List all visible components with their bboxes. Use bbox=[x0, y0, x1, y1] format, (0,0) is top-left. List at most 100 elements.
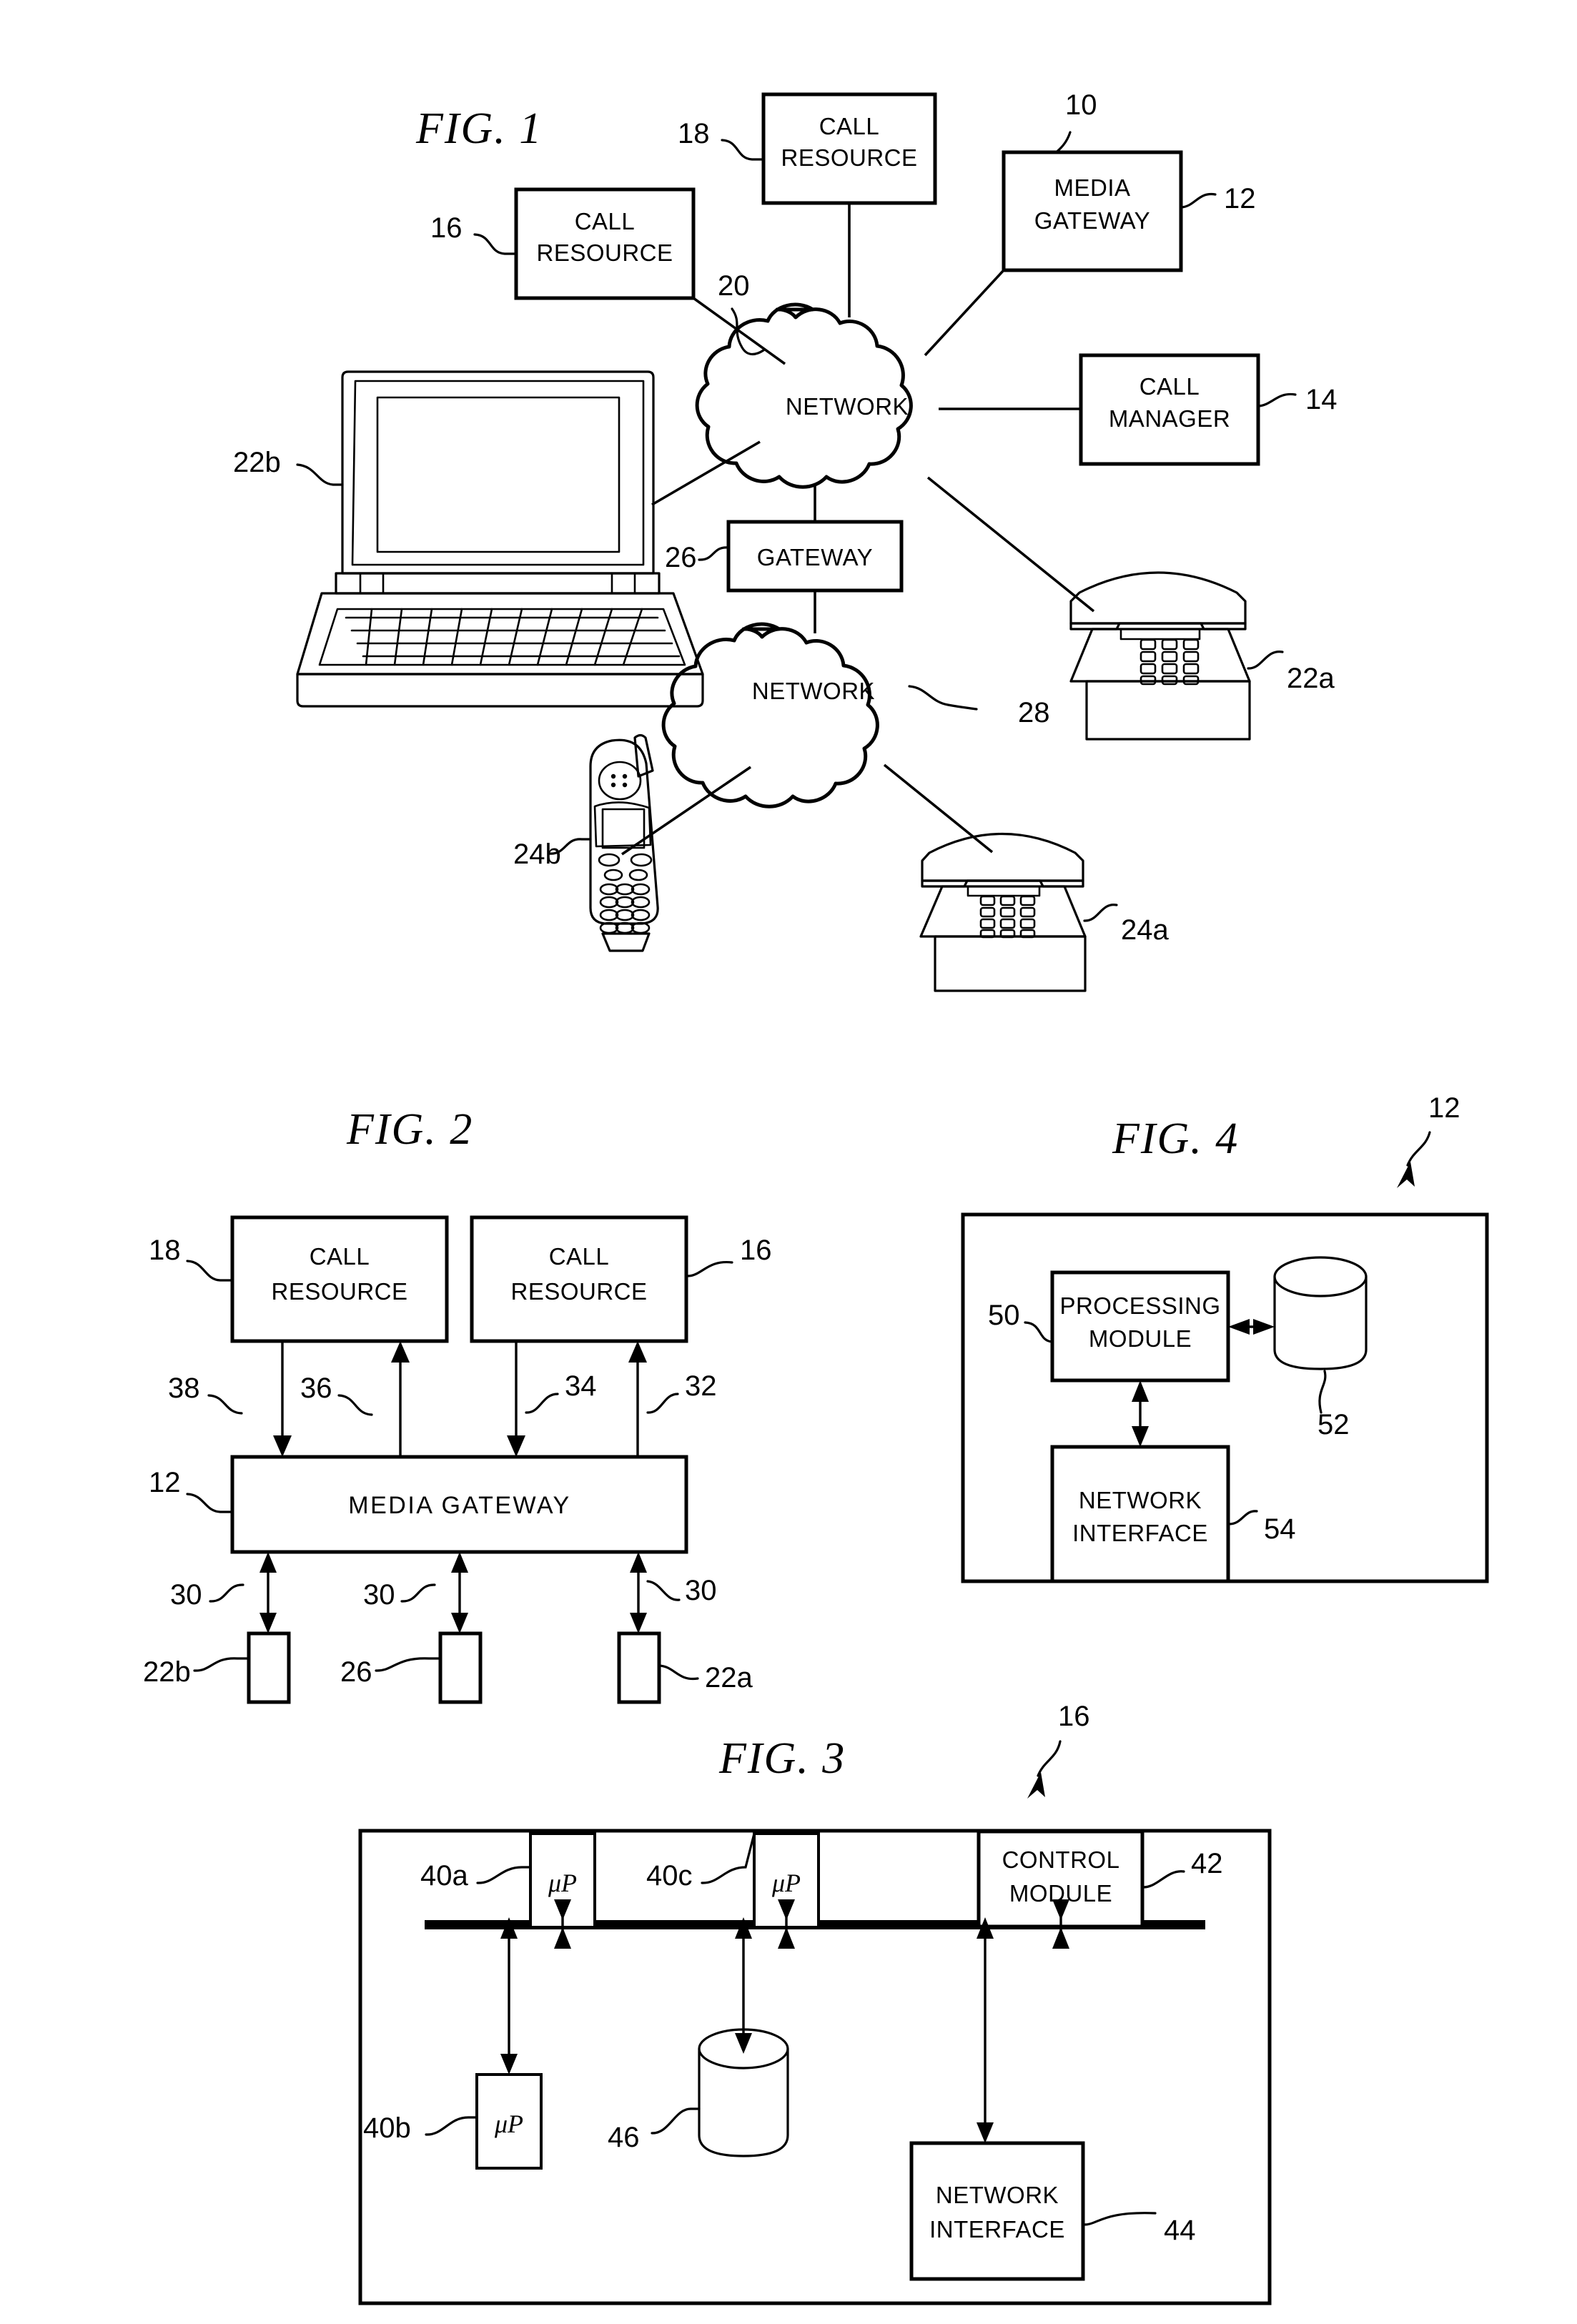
fig3-ref-42: 42 bbox=[1191, 1848, 1223, 1879]
fig2-arrow-36-head bbox=[391, 1341, 410, 1363]
fig2-link-30c-head-down bbox=[630, 1613, 647, 1633]
fig3-ref-46: 46 bbox=[608, 2122, 640, 2153]
fig4-processing-module-line2: MODULE bbox=[1089, 1325, 1192, 1352]
fig2-link-30a-head-down bbox=[259, 1613, 277, 1633]
fig4-network-interface-box bbox=[1050, 1445, 1230, 1583]
fig2-call-resource-16-line1: CALL bbox=[549, 1243, 610, 1270]
fig3-ref-44: 44 bbox=[1164, 2215, 1196, 2246]
fig1-gateway-label: GATEWAY bbox=[757, 544, 873, 570]
fig3-title: FIG. 3 bbox=[718, 1734, 846, 1783]
fig2-media-gateway-label: MEDIA GATEWAY bbox=[348, 1492, 570, 1519]
fig2-ref-30b: 30 bbox=[363, 1579, 395, 1611]
fig2-call-resource-18: CALL RESOURCE 18 bbox=[149, 1215, 449, 1343]
fig1-call-resource-18-line1: CALL bbox=[819, 113, 880, 139]
desk-phone-icon bbox=[919, 833, 1087, 992]
fig2-ref-22a: 22a bbox=[705, 1662, 753, 1693]
fig1-ref-26: 26 bbox=[665, 542, 697, 573]
fig2-arrow-34-head bbox=[507, 1435, 525, 1457]
fig1-network-cloud-20: NETWORK 20 bbox=[695, 270, 913, 489]
fig1-media-gateway-line2: GATEWAY bbox=[1034, 207, 1150, 234]
fig1-ref-18: 18 bbox=[678, 118, 710, 149]
fig2-arrow-32-head bbox=[628, 1341, 647, 1363]
fig2-terminal-links: 30 22b 30 26 30 22a bbox=[143, 1552, 753, 1704]
fig1-link-22a-to-20 bbox=[926, 476, 1095, 613]
fig2-signal-arrows: 38 36 34 32 bbox=[168, 1341, 717, 1457]
fig1-media-gateway-line1: MEDIA bbox=[1054, 174, 1130, 201]
fig2-ref-30c: 30 bbox=[685, 1575, 717, 1606]
fig1-network-28-label: NETWORK bbox=[752, 678, 875, 704]
fig1-ref-16: 16 bbox=[430, 212, 463, 244]
desk-phone-icon bbox=[1069, 571, 1251, 741]
fig4-ref-54: 54 bbox=[1264, 1513, 1296, 1545]
fig2-call-resource-16-line2: RESOURCE bbox=[510, 1278, 647, 1305]
fig2-ref-16: 16 bbox=[740, 1235, 772, 1266]
fig3-processor-40b-label: μP bbox=[494, 2110, 523, 2138]
fig1-desk-phone-22a: 22a bbox=[1069, 571, 1335, 741]
fig1-title: FIG. 1 bbox=[415, 104, 543, 153]
fig3-network-interface-line1: NETWORK bbox=[936, 2182, 1059, 2208]
fig1-mobile-phone-24b: 24b bbox=[513, 733, 659, 952]
fig1-call-resource-18: CALL RESOURCE 18 bbox=[678, 92, 937, 205]
fig2-terminal-22b-box bbox=[247, 1631, 291, 1704]
fig2-ref-34: 34 bbox=[565, 1370, 597, 1402]
fig1-call-resource-18-line2: RESOURCE bbox=[781, 144, 917, 171]
fig1-call-manager-14: CALL MANAGER 14 bbox=[1079, 353, 1338, 466]
fig2-terminal-22a-box bbox=[617, 1631, 661, 1704]
fig4-title: FIG. 4 bbox=[1112, 1114, 1239, 1163]
figure-1-group: FIG. 1 10 CALL RESOURCE 18 CALL RESOURCE… bbox=[233, 89, 1338, 992]
figure-4-group: FIG. 4 12 PROCESSING MODULE 50 52 NETWOR… bbox=[961, 1092, 1489, 1583]
drawing-canvas: FIG. 1 10 CALL RESOURCE 18 CALL RESOURCE… bbox=[143, 89, 1489, 2305]
fig1-ref-14: 14 bbox=[1305, 384, 1338, 415]
fig2-ref-26: 26 bbox=[340, 1656, 372, 1688]
fig1-ref-22a: 22a bbox=[1287, 663, 1335, 694]
fig3-network-interface-line2: INTERFACE bbox=[929, 2216, 1065, 2243]
fig3-ref-16: 16 bbox=[1058, 1701, 1090, 1732]
fig4-ref-50: 50 bbox=[988, 1300, 1020, 1331]
fig1-ref-12: 12 bbox=[1224, 183, 1256, 214]
figure-2-group: FIG. 2 CALL RESOURCE 18 CALL RESOURCE 16… bbox=[143, 1105, 772, 1704]
fig1-gateway-26: GATEWAY 26 bbox=[665, 520, 904, 593]
fig3-control-module-line1: CONTROL bbox=[1002, 1846, 1120, 1873]
fig2-link-30b-head-down bbox=[451, 1613, 468, 1633]
fig4-device-pointer: 12 bbox=[1397, 1092, 1460, 1188]
fig1-network-cloud-28: NETWORK 28 bbox=[661, 622, 1050, 809]
fig2-media-gateway-12: MEDIA GATEWAY 12 bbox=[149, 1455, 688, 1554]
fig2-ref-22b: 22b bbox=[143, 1656, 191, 1688]
fig1-call-resource-16: CALL RESOURCE 16 bbox=[430, 187, 696, 300]
fig3-processor-40a-label: μP bbox=[548, 1869, 577, 1897]
fig4-network-interface-line1: NETWORK bbox=[1079, 1487, 1202, 1513]
fig2-ref-36: 36 bbox=[300, 1373, 332, 1404]
fig2-arrow-38-head bbox=[273, 1435, 292, 1457]
fig2-call-resource-16: CALL RESOURCE 16 bbox=[470, 1215, 772, 1343]
fig2-title: FIG. 2 bbox=[346, 1105, 473, 1154]
fig3-ref-40a: 40a bbox=[420, 1860, 468, 1892]
fig4-network-interface-line2: INTERFACE bbox=[1072, 1520, 1208, 1546]
fig4-ref-52: 52 bbox=[1318, 1409, 1350, 1440]
fig1-ref-24a: 24a bbox=[1121, 914, 1169, 946]
fig3-ref-40c: 40c bbox=[646, 1860, 693, 1892]
fig2-call-resource-18-line2: RESOURCE bbox=[271, 1278, 407, 1305]
fig2-call-resource-18-line1: CALL bbox=[310, 1243, 370, 1270]
fig1-network-20-label: NETWORK bbox=[786, 393, 909, 420]
fig1-call-manager-line2: MANAGER bbox=[1109, 405, 1230, 432]
fig1-call-resource-16-line2: RESOURCE bbox=[536, 239, 673, 266]
fig1-call-resource-16-line1: CALL bbox=[575, 208, 636, 234]
figure-3-group: FIG. 3 16 μP 40a μP 40c CONTROL MODULE 4… bbox=[358, 1701, 1272, 2305]
fig2-ref-12: 12 bbox=[149, 1467, 181, 1498]
fig3-network-interface-box bbox=[909, 2141, 1085, 2281]
fig3-ref-40b: 40b bbox=[363, 2112, 411, 2144]
laptop-icon bbox=[296, 370, 704, 708]
fig2-ref-30a: 30 bbox=[170, 1579, 202, 1611]
fig2-terminal-26-box bbox=[438, 1631, 483, 1704]
fig2-link-30a-head-up bbox=[259, 1552, 277, 1573]
fig4-processing-module-line1: PROCESSING bbox=[1059, 1292, 1220, 1319]
fig1-ref-20: 20 bbox=[718, 270, 750, 302]
patent-drawing-sheet: FIG. 1 10 CALL RESOURCE 18 CALL RESOURCE… bbox=[0, 0, 1577, 2324]
fig1-ref-28: 28 bbox=[1018, 697, 1050, 728]
fig1-link-12-to-20 bbox=[924, 269, 1005, 357]
mobile-phone-icon bbox=[589, 733, 659, 952]
fig1-laptop-22b: 22b bbox=[233, 370, 704, 708]
fig1-link-24a-to-28 bbox=[883, 763, 994, 854]
fig2-ref-32: 32 bbox=[685, 1370, 717, 1402]
fig3-processor-40c-label: μP bbox=[771, 1869, 801, 1897]
